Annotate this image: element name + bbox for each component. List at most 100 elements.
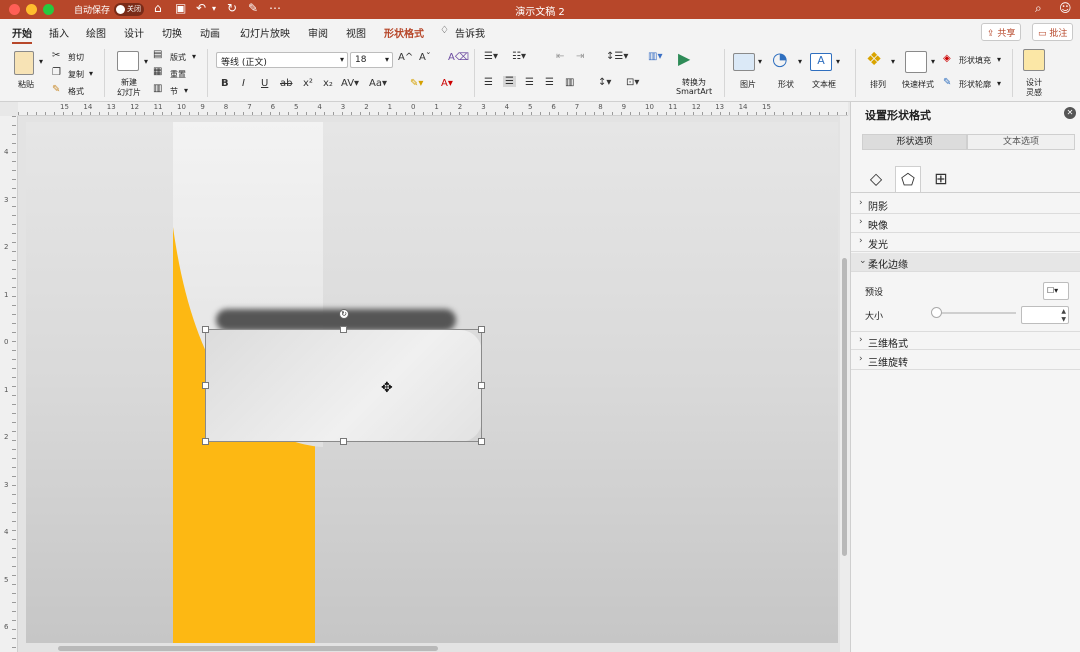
scissors-icon[interactable]: ✂ xyxy=(52,50,60,61)
home-icon[interactable]: ⌂ xyxy=(154,1,162,15)
clear-format-icon[interactable]: A⌫ xyxy=(448,52,469,63)
text-direction-icon[interactable]: ↕▾ xyxy=(598,77,611,88)
stepper-down-icon[interactable]: ▼ xyxy=(1061,316,1066,323)
save-icon[interactable]: ▣ xyxy=(175,1,186,15)
size-slider-handle[interactable] xyxy=(931,307,942,318)
underline-icon[interactable]: U xyxy=(261,78,268,89)
highlight-icon[interactable]: ✎▾ xyxy=(410,78,423,89)
slide-editing-area[interactable]: ↻ ✥ xyxy=(18,116,848,652)
layout-icon[interactable]: ▤ xyxy=(153,49,162,60)
autosave-toggle[interactable]: 关闭 xyxy=(114,3,144,16)
preset-dropdown[interactable]: ☐▾ xyxy=(1043,282,1069,300)
more-icon[interactable]: ⋯ xyxy=(269,1,281,15)
shape-fill-label[interactable]: 形状填充 xyxy=(959,55,991,66)
reset-icon[interactable]: ▦ xyxy=(153,66,162,77)
horizontal-scrollbar[interactable] xyxy=(58,646,438,651)
numbering-icon[interactable]: ☷▾ xyxy=(512,51,526,62)
close-window-button[interactable] xyxy=(9,4,20,15)
justify-icon[interactable]: ☰ xyxy=(545,77,554,88)
section-3d-rotation[interactable]: › 三维旋转 xyxy=(851,351,1080,370)
copy-icon[interactable]: ❐ xyxy=(52,67,61,78)
font-size-select[interactable]: 18 ▾ xyxy=(350,52,393,68)
section-soft-edges[interactable]: ⌄ 柔化边缘 xyxy=(851,253,1080,272)
effects-icon[interactable]: ⬠ xyxy=(895,166,921,192)
new-slide-dropdown-icon[interactable]: ▾ xyxy=(144,57,148,66)
font-color-icon[interactable]: A▾ xyxy=(441,78,453,89)
tab-animations[interactable]: 动画 xyxy=(200,25,220,40)
paste-dropdown-icon[interactable]: ▾ xyxy=(39,57,43,66)
char-spacing-icon[interactable]: AV▾ xyxy=(341,78,359,89)
picture-dropdown-icon[interactable]: ▾ xyxy=(758,57,762,66)
shapes-icon[interactable]: ◔ xyxy=(772,49,788,70)
resize-handle-bottom-left[interactable] xyxy=(202,438,209,445)
vertical-scrollbar[interactable] xyxy=(842,258,847,556)
edit-icon[interactable]: ✎ xyxy=(248,1,258,15)
italic-icon[interactable]: I xyxy=(242,78,245,89)
share-button[interactable]: ⇪ 共享 xyxy=(981,23,1022,41)
resize-handle-right[interactable] xyxy=(478,382,485,389)
shapes-dropdown-icon[interactable]: ▾ xyxy=(798,57,802,66)
slide[interactable]: ↻ ✥ xyxy=(26,122,838,643)
columns-icon[interactable]: ▥▾ xyxy=(648,51,662,62)
tab-shape-options[interactable]: 形状选项 xyxy=(862,134,967,150)
section-icon[interactable]: ▥ xyxy=(153,83,162,94)
align-right-icon[interactable]: ☰ xyxy=(525,77,534,88)
section-shadow[interactable]: › 阴影 xyxy=(851,195,1080,214)
convert-smartart-label-2[interactable]: SmartArt xyxy=(676,87,712,96)
layout-dropdown-icon[interactable]: ▾ xyxy=(192,52,196,61)
font-name-select[interactable]: 等线 (正文) ▾ xyxy=(216,52,348,68)
section-dropdown-icon[interactable]: ▾ xyxy=(184,86,188,95)
tell-me-search[interactable]: 告诉我 xyxy=(455,25,485,40)
tab-design[interactable]: 设计 xyxy=(124,25,144,40)
section-reflection[interactable]: › 映像 xyxy=(851,214,1080,233)
change-case-icon[interactable]: Aa▾ xyxy=(369,78,387,89)
format-painter-label[interactable]: 格式 xyxy=(68,86,84,97)
new-slide-icon[interactable] xyxy=(117,51,139,71)
smartart-icon[interactable]: ▶ xyxy=(678,49,690,68)
shape-fill-dropdown-icon[interactable]: ▾ xyxy=(997,55,1001,64)
undo-dropdown-icon[interactable]: ▾ xyxy=(212,4,216,13)
section-label[interactable]: 节 xyxy=(170,86,178,97)
resize-handle-left[interactable] xyxy=(202,382,209,389)
shape-outline-label[interactable]: 形状轮廓 xyxy=(959,79,991,90)
quick-styles-dropdown-icon[interactable]: ▾ xyxy=(931,57,935,66)
distribute-icon[interactable]: ▥ xyxy=(565,77,574,88)
redo-icon[interactable]: ↻ xyxy=(227,1,237,15)
arrange-dropdown-icon[interactable]: ▾ xyxy=(891,57,895,66)
reset-label[interactable]: 重置 xyxy=(170,69,186,80)
cut-label[interactable]: 剪切 xyxy=(68,52,84,63)
textbox-label[interactable]: 文本框 xyxy=(812,79,836,90)
paste-label[interactable]: 粘贴 xyxy=(18,79,34,90)
new-slide-label-2[interactable]: 幻灯片 xyxy=(117,87,141,98)
decrease-font-icon[interactable]: Aˇ xyxy=(419,52,431,63)
picture-icon[interactable] xyxy=(733,53,755,71)
decrease-indent-icon[interactable]: ⇤ xyxy=(556,51,564,62)
tab-view[interactable]: 视图 xyxy=(346,25,366,40)
increase-indent-icon[interactable]: ⇥ xyxy=(576,51,584,62)
superscript-icon[interactable]: x² xyxy=(303,78,313,89)
stepper-up-icon[interactable]: ▲ xyxy=(1061,308,1066,315)
paste-icon[interactable] xyxy=(14,51,34,75)
outline-pen-icon[interactable]: ✎ xyxy=(943,77,951,88)
copy-dropdown-icon[interactable]: ▾ xyxy=(89,69,93,78)
layout-label[interactable]: 版式 xyxy=(170,52,186,63)
tab-shape-format[interactable]: 形状格式 xyxy=(384,25,424,40)
increase-font-icon[interactable]: A^ xyxy=(398,52,413,63)
align-left-icon[interactable]: ☰ xyxy=(484,77,493,88)
close-icon[interactable]: ✕ xyxy=(1064,107,1076,119)
tab-review[interactable]: 审阅 xyxy=(308,25,328,40)
rotate-handle-icon[interactable]: ↻ xyxy=(339,309,349,319)
selection-box[interactable] xyxy=(205,329,482,442)
picture-label[interactable]: 图片 xyxy=(740,79,756,90)
tab-home[interactable]: 开始 xyxy=(12,25,32,44)
strikethrough-icon[interactable]: ab xyxy=(280,78,292,89)
align-text-icon[interactable]: ⊡▾ xyxy=(626,77,639,88)
designer-label-2[interactable]: 灵感 xyxy=(1026,87,1042,98)
resize-handle-top-right[interactable] xyxy=(478,326,485,333)
comments-button[interactable]: ▭ 批注 xyxy=(1032,23,1074,41)
arrange-label[interactable]: 排列 xyxy=(870,79,886,90)
align-center-icon[interactable]: ☰ xyxy=(503,76,516,87)
shapes-label[interactable]: 形状 xyxy=(778,79,794,90)
quick-styles-label[interactable]: 快速样式 xyxy=(902,79,934,90)
section-glow[interactable]: › 发光 xyxy=(851,233,1080,252)
